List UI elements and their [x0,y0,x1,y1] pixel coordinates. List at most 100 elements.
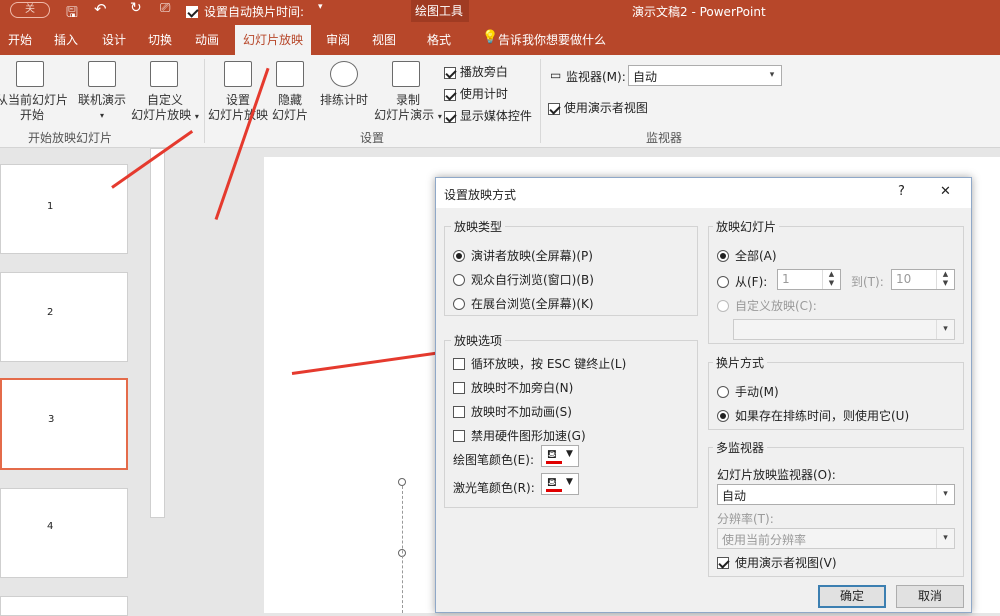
tab-format[interactable]: 格式 [427,31,451,48]
slide-thumbnail-selected[interactable]: 3 [0,378,128,470]
play-narrations-option[interactable]: 播放旁白 [444,63,508,80]
no-animation-option[interactable]: 放映时不加动画(S) [453,403,572,420]
option-label: 全部(A) [735,249,777,263]
resolution-label: 分辨率(T): [717,512,774,526]
use-timings-option[interactable]: 使用计时 [444,85,508,102]
resize-handle[interactable] [398,478,406,486]
option-label: 手动(M) [735,385,779,399]
loop-option[interactable]: 循环放映，按 ESC 键终止(L) [453,355,626,372]
document-title: 演示文稿2 - PowerPoint [632,5,766,19]
multiple-monitors-group: 多监视器 幻灯片放映监视器(O): 自动 ▾ 分辨率(T): 使用当前分辨率 ▾ 使… [708,439,964,577]
dropdown-icon: ▾ [437,112,442,121]
spinner-icon[interactable]: ▲ ▼ [822,270,840,289]
custom-show-radio[interactable] [717,299,729,312]
tab-slideshow[interactable]: 幻灯片放映 [235,25,312,55]
presenter-radio[interactable] [453,249,465,262]
option-label: 循环放映，按 ESC 键终止(L) [471,357,627,371]
presenter-icon[interactable]: ⎚ [160,1,170,16]
spinner-icon[interactable]: ▲ ▼ [936,270,954,289]
help-button[interactable]: ? [898,184,905,199]
ok-button[interactable]: 确定 [818,585,886,608]
browsed-radio[interactable] [453,273,465,286]
presenter-view-option[interactable]: 使用演示者视图(V) [717,554,837,571]
all-slides-option[interactable]: 全部(A) [717,247,777,264]
slide-thumbnail[interactable]: 2 [0,272,128,362]
custom-show-button[interactable]: 自定义 幻灯片放映 ▾ [128,93,202,124]
media-controls-label: 显示媒体控件 [459,109,532,123]
cancel-button[interactable]: 取消 [896,585,964,608]
tab-view[interactable]: 视图 [372,31,396,48]
presenter-view-option[interactable]: 使用演示者视图 [548,99,648,116]
dropdown-icon: ▾ [194,112,199,121]
group-label-start: 开始放映幻灯片 [28,131,113,145]
autosave-toggle[interactable]: 关 [10,2,50,18]
from-slides-option[interactable]: 从(F): [717,273,767,290]
loop-checkbox[interactable] [453,357,465,370]
disable-hw-accel-option[interactable]: 禁用硬件图形加速(G) [453,427,586,444]
slide-thumbnail[interactable] [0,596,128,616]
manual-radio[interactable] [717,385,729,398]
no-animation-checkbox[interactable] [453,405,465,418]
pen-color-button[interactable]: ⛾ ▼ [541,445,579,467]
from-current-button[interactable]: 从当前幻灯片 开始 [0,93,72,123]
thumbnail-scrollbar[interactable] [150,148,165,518]
media-controls-option[interactable]: 显示媒体控件 [444,107,532,124]
laser-color-button[interactable]: ⛾ ▼ [541,473,579,495]
use-timings-label: 使用计时 [459,87,508,101]
slide-thumbnail[interactable]: 1 [0,164,128,254]
tab-insert[interactable]: 插入 [54,31,78,48]
play-narrations-label: 播放旁白 [459,65,508,79]
hide-slide-button[interactable]: 隐藏 幻灯片 [268,93,312,123]
present-online-button[interactable]: 联机演示 ▾ [74,93,130,123]
option-label: 放映时不加旁白(N) [471,381,574,395]
undo-icon[interactable]: ↶ [94,0,107,18]
tab-transitions[interactable]: 切换 [148,31,172,48]
use-timings-option[interactable]: 如果存在排练时间，则使用它(U) [717,407,909,424]
setup-slideshow-button[interactable]: 设置 幻灯片放映 [204,93,272,123]
presenter-view-checkbox[interactable] [548,102,560,115]
rehearse-timings-button[interactable]: 排练计时 [314,93,374,108]
use-timings-checkbox[interactable] [444,88,456,101]
use-timings-radio[interactable] [717,409,729,422]
show-slides-legend: 放映幻灯片 [713,218,780,235]
custom-show-select[interactable]: ▾ [733,319,955,340]
no-narration-checkbox[interactable] [453,381,465,394]
monitor-select[interactable]: 自动 ▾ [628,65,782,86]
custom-show-line2: 幻灯片放映 [131,108,192,122]
tab-home[interactable]: 开始 [8,31,32,48]
disable-hw-accel-checkbox[interactable] [453,429,465,442]
from-current-line2: 开始 [19,108,44,122]
slide-thumbnail[interactable]: 4 [0,488,128,578]
dialog-title: 设置放映方式 [444,188,517,202]
group-label-monitors: 监视器 [646,131,683,145]
resolution-select[interactable]: 使用当前分辨率 ▾ [717,528,955,549]
contextual-group-label: 绘图工具 [415,4,464,18]
kiosk-radio[interactable] [453,297,465,310]
no-narration-option[interactable]: 放映时不加旁白(N) [453,379,573,396]
tab-review[interactable]: 审阅 [326,31,350,48]
close-button[interactable]: ✕ [940,184,951,199]
tab-animations[interactable]: 动画 [195,31,219,48]
manual-option[interactable]: 手动(M) [717,383,779,400]
to-input[interactable]: 10 ▲ ▼ [891,269,955,290]
redo-icon[interactable]: ↻ [130,0,142,16]
setup-line1: 设置 [225,93,250,107]
browsed-window-option[interactable]: 观众自行浏览(窗口)(B) [453,271,594,288]
play-narrations-checkbox[interactable] [444,66,456,79]
media-controls-checkbox[interactable] [444,110,456,123]
from-input[interactable]: 1 ▲ ▼ [777,269,841,290]
qat-more-icon[interactable]: ▾ [318,2,323,12]
title-bar: 关 🖫 ↶ ↻ ⎚ 设置自动换片时间: ▾ 演示文稿2 - PowerPoint [0,0,1000,22]
from-radio[interactable] [717,275,729,288]
record-slideshow-button[interactable]: 录制 幻灯片演示 ▾ [368,93,448,124]
kiosk-option[interactable]: 在展台浏览(全屏幕)(K) [453,295,594,312]
custom-show-option[interactable]: 自定义放映(C): [717,297,817,314]
tell-me-search[interactable]: 告诉我你想要做什么 [498,31,606,48]
auto-advance-checkbox[interactable] [186,5,198,18]
tab-design[interactable]: 设计 [102,31,126,48]
presenter-view-checkbox[interactable] [717,556,729,569]
auto-advance-label: 设置自动换片时间: [204,5,305,19]
presenter-fullscreen-option[interactable]: 演讲者放映(全屏幕)(P) [453,247,593,264]
slideshow-monitor-select[interactable]: 自动 ▾ [717,484,955,505]
all-slides-radio[interactable] [717,249,729,262]
